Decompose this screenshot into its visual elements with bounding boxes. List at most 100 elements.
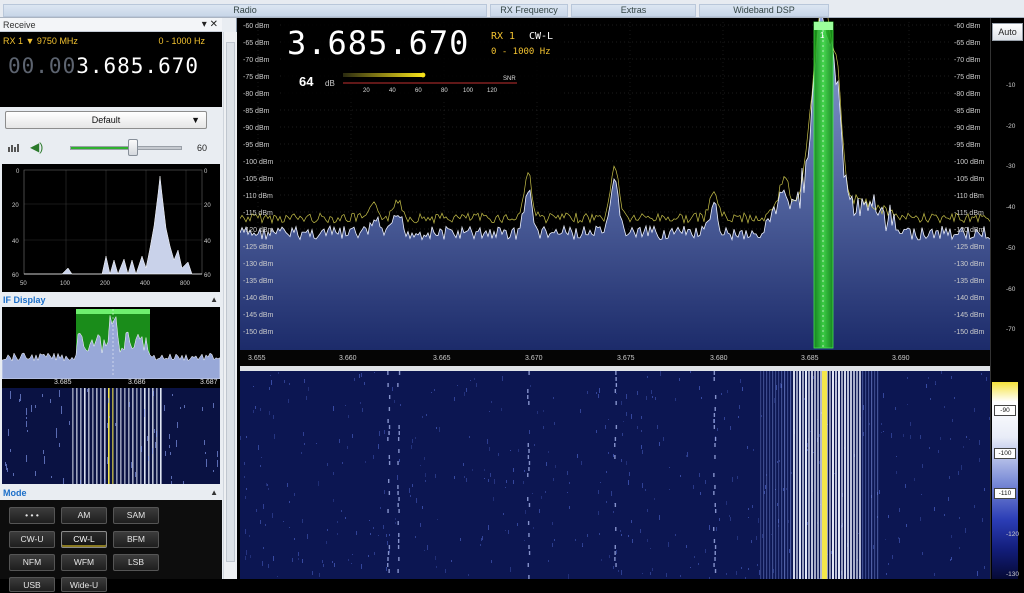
waterfall-speckle	[959, 547, 960, 549]
waterfall-speckle	[464, 476, 465, 478]
waterfall-level-mid[interactable]: -100	[994, 448, 1016, 459]
waterfall-speckle	[813, 452, 814, 453]
mode-button-usb[interactable]: USB	[9, 577, 55, 592]
waterfall-speckle	[981, 373, 982, 375]
scrollbar-thumb[interactable]	[226, 42, 235, 562]
waterfall-speckle	[326, 541, 327, 544]
waterfall-speckle	[873, 545, 874, 549]
waterfall-speckle	[246, 436, 247, 438]
waterfall-speckle	[493, 497, 494, 501]
if-waterfall-speckle	[104, 479, 105, 483]
rx-selector[interactable]: RX 1 ▼ 9750 MHz	[3, 36, 78, 46]
mode-button-wfm[interactable]: WFM	[61, 554, 107, 571]
waterfall-speckle	[539, 509, 540, 513]
waterfall-display[interactable]	[240, 371, 990, 579]
waterfall-speckle	[361, 564, 362, 569]
mode-button-grid: • • • AM SAM CW-U CW-L BFM NFM WFM LSB U…	[0, 500, 222, 592]
pin-icon[interactable]: ▾	[202, 19, 207, 30]
waterfall-speckle	[663, 437, 664, 441]
collapse-icon[interactable]: ▲	[210, 486, 218, 500]
audio-spectrum: 0 20 40 60 0 20 40 60 50 100 200 400 800	[2, 164, 220, 292]
waterfall-signal-trace	[397, 521, 399, 525]
mode-button-wide-u[interactable]: Wide-U	[61, 577, 107, 592]
waterfall-level-low[interactable]: -110	[994, 488, 1016, 499]
waterfall-speckle	[581, 461, 582, 465]
waterfall-signal-column	[820, 371, 822, 579]
waterfall-speckle	[645, 489, 646, 491]
volume-slider[interactable]	[70, 146, 182, 150]
ribbon-tab-extras[interactable]: Extras	[571, 4, 696, 17]
waterfall-speckle	[807, 449, 808, 451]
level-bars-icon[interactable]	[8, 142, 20, 152]
freq-tick: 3.685	[801, 355, 819, 362]
auto-scale-button[interactable]: Auto	[992, 23, 1023, 41]
waterfall-signal-trace	[528, 533, 530, 537]
waterfall-speckle	[637, 391, 638, 395]
left-panel-scrollbar[interactable]	[223, 32, 237, 579]
overlay-frequency[interactable]: 3.685.670	[287, 24, 469, 62]
close-icon[interactable]: ✕	[210, 19, 218, 30]
mode-button-nfm[interactable]: NFM	[9, 554, 55, 571]
ribbon-tab-radio[interactable]: Radio	[3, 4, 487, 17]
waterfall-speckle	[269, 411, 270, 415]
waterfall-signal-trace	[387, 437, 389, 441]
waterfall-speckle	[260, 408, 261, 411]
if-waterfall-speckle	[171, 476, 172, 479]
mode-button-cw-u[interactable]: CW-U	[9, 531, 55, 548]
collapse-icon[interactable]: ▲	[210, 293, 218, 307]
waterfall-signal-trace	[714, 551, 716, 555]
waterfall-speckle	[986, 377, 987, 381]
if-waterfall-stripe	[120, 388, 122, 484]
waterfall-signal-trace	[388, 455, 391, 459]
if-display-header[interactable]: IF Display ▲	[0, 293, 222, 307]
waterfall-speckle	[411, 445, 412, 449]
mode-button-lsb[interactable]: LSB	[113, 554, 159, 571]
db-label-left: -115 dBm	[243, 210, 273, 217]
frequency-display[interactable]: RX 1 ▼ 9750 MHz 0 - 1000 Hz 00.003.685.6…	[0, 32, 222, 107]
db-label-right: -125 dBm	[954, 244, 985, 251]
if-spectrum[interactable]	[1, 307, 221, 380]
mode-button-bfm[interactable]: BFM	[113, 531, 159, 548]
waterfall-speckle	[693, 485, 694, 489]
ribbon-tab-wideband-dsp[interactable]: Wideband DSP	[699, 4, 829, 17]
volume-slider-thumb[interactable]	[128, 139, 138, 156]
waterfall-speckle	[628, 480, 629, 485]
waterfall-speckle	[569, 482, 570, 484]
if-scale-label: 3.686	[128, 379, 146, 386]
waterfall-speckle	[361, 373, 362, 377]
mode-panel-header[interactable]: Mode ▲	[0, 486, 222, 500]
waterfall-speckle	[525, 510, 526, 514]
waterfall-speckle	[435, 556, 436, 560]
waterfall-speckle	[759, 570, 760, 575]
mode-button-cw-l[interactable]: CW-L	[61, 531, 107, 548]
waterfall-speckle	[484, 478, 485, 479]
if-waterfall-speckle	[5, 462, 6, 466]
waterfall-speckle	[283, 521, 284, 522]
waterfall-speckle	[469, 436, 470, 438]
ribbon-tab-rx-frequency[interactable]: RX Frequency	[490, 4, 568, 17]
waterfall-speckle	[600, 482, 601, 483]
waterfall-signal-trace	[714, 437, 717, 441]
mode-button-am[interactable]: AM	[61, 507, 107, 524]
waterfall-speckle	[250, 555, 251, 558]
frequency-readout-overlay[interactable]: 3.685.670 RX 1 CW-L 0 - 1000 Hz 64 dB 20…	[283, 22, 563, 100]
waterfall-speckle	[926, 384, 927, 388]
vfo-frequency[interactable]: 00.003.685.670	[8, 54, 199, 78]
waterfall-speckle	[365, 461, 366, 463]
waterfall-speckle	[415, 437, 416, 439]
waterfall-signal-column	[847, 371, 849, 579]
waterfall-speckle	[395, 518, 396, 520]
waterfall-speckle	[737, 536, 738, 540]
frequency-axis[interactable]: 3.655 3.660 3.665 3.670 3.675 3.680 3.68…	[240, 350, 990, 366]
db-label-right: -105 dBm	[954, 176, 985, 183]
mode-button-more[interactable]: • • •	[9, 507, 55, 524]
waterfall-speckle	[758, 518, 759, 523]
waterfall-speckle	[907, 404, 908, 405]
waterfall-speckle	[786, 488, 787, 490]
waterfall-level-high[interactable]: -90	[994, 405, 1016, 416]
if-waterfall-stripe	[136, 388, 138, 484]
waterfall-speckle	[530, 385, 531, 387]
speaker-icon[interactable]: ◀)	[30, 140, 43, 154]
mode-button-sam[interactable]: SAM	[113, 507, 159, 524]
preset-dropdown[interactable]: Default ▼	[5, 111, 207, 129]
